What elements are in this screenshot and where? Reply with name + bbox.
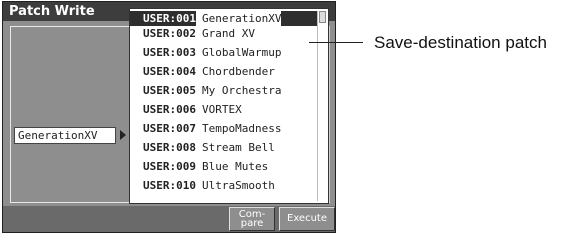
patch-name: VORTEX xyxy=(202,103,242,116)
execute-button[interactable]: Execute xyxy=(279,207,335,231)
patch-row[interactable]: USER:002 Grand XV xyxy=(130,26,318,41)
patch-name: GlobalWarmup xyxy=(202,46,282,59)
patch-row[interactable]: USER:008 Stream Bell xyxy=(130,140,318,155)
compare-label-line2: pare xyxy=(240,218,264,229)
patch-name: Chordbender xyxy=(202,65,275,78)
patch-number: USER:009 xyxy=(143,160,196,173)
right-arrow-icon xyxy=(120,130,126,140)
patch-number: USER:001 xyxy=(143,12,196,25)
source-patch-field[interactable]: GenerationXV xyxy=(14,127,116,144)
scrollbar-thumb[interactable] xyxy=(319,11,326,23)
patch-name: TempoMadness xyxy=(202,122,282,135)
patch-number: USER:006 xyxy=(143,103,196,116)
patch-row[interactable]: USER:006 VORTEX xyxy=(130,102,318,117)
function-bar: Com- pare Execute xyxy=(3,206,335,232)
patch-name: GenerationXV xyxy=(196,11,282,26)
patch-number: USER:007 xyxy=(143,122,196,135)
list-scrollbar[interactable] xyxy=(317,11,327,201)
patch-number: USER:002 xyxy=(143,27,196,40)
patch-number: USER:005 xyxy=(143,84,196,97)
patch-number: USER:004 xyxy=(143,65,196,78)
compare-button[interactable]: Com- pare xyxy=(229,207,275,231)
patch-row[interactable]: USER:004 Chordbender xyxy=(130,64,318,79)
patch-row[interactable]: USER:007 TempoMadness xyxy=(130,121,318,136)
destination-patch-list[interactable]: USER:001 GenerationXV USER:002 Grand XV US… xyxy=(129,8,329,204)
patch-row[interactable]: USER:010 UltraSmooth xyxy=(130,178,318,193)
patch-number: USER:008 xyxy=(143,141,196,154)
patch-row[interactable]: USER:005 My Orchestra xyxy=(130,83,318,98)
patch-name: My Orchestra xyxy=(202,84,282,97)
patch-row[interactable]: USER:003 GlobalWarmup xyxy=(130,45,318,60)
patch-name: UltraSmooth xyxy=(202,179,275,192)
patch-row[interactable]: USER:009 Blue Mutes xyxy=(130,159,318,174)
patch-name: Blue Mutes xyxy=(202,160,269,173)
patch-row[interactable]: USER:001 GenerationXV xyxy=(130,11,318,26)
callout-leader-line xyxy=(309,42,363,43)
patch-number: USER:010 xyxy=(143,179,196,192)
save-destination-callout: Save-destination patch xyxy=(374,33,547,52)
patch-name: Stream Bell xyxy=(202,141,275,154)
patch-name: Grand XV xyxy=(202,27,255,40)
patch-number: USER:003 xyxy=(143,46,196,59)
patch-write-window: Patch Write GenerationXV USER:001 Generat… xyxy=(2,1,336,233)
